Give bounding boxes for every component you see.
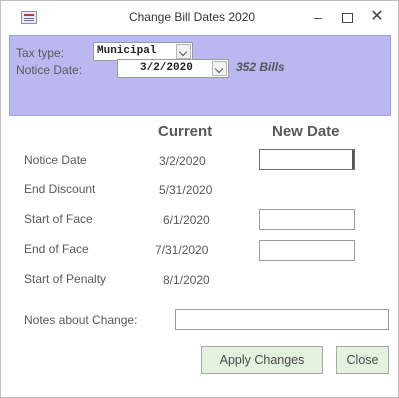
row-label-notice-date: Notice Date (24, 153, 87, 167)
notes-input[interactable] (175, 309, 389, 330)
minimize-button[interactable]: – (306, 7, 330, 27)
chevron-down-icon[interactable] (212, 61, 227, 76)
dialog-window: Change Bill Dates 2020 – ✕ Tax type: Mun… (0, 0, 399, 398)
apply-changes-button[interactable]: Apply Changes (201, 346, 323, 374)
row-label-start-of-face: Start of Face (24, 212, 93, 226)
new-date-column-header: New Date (272, 123, 340, 140)
notice-date-label: Notice Date: (16, 63, 83, 77)
row-current-start-of-face: 6/1/2020 (163, 213, 210, 227)
window-title: Change Bill Dates 2020 (128, 10, 256, 24)
title-bar[interactable]: Change Bill Dates 2020 – ✕ (1, 1, 398, 35)
new-start-of-face-input[interactable] (259, 209, 355, 230)
current-column-header: Current (158, 123, 213, 140)
maximize-icon (341, 13, 353, 24)
tax-type-value: Municipal (97, 45, 157, 57)
new-notice-date-input[interactable] (259, 149, 355, 170)
close-window-button[interactable]: ✕ (365, 7, 389, 27)
chevron-down-icon[interactable] (176, 44, 191, 59)
row-label-start-of-penalty: Start of Penalty (24, 272, 107, 286)
row-label-end-discount: End Discount (24, 182, 96, 196)
row-current-end-of-face: 7/31/2020 (155, 243, 209, 257)
tax-type-label: Tax type: (16, 46, 65, 60)
close-button[interactable]: Close (336, 346, 389, 374)
new-end-of-face-input[interactable] (259, 240, 355, 261)
row-current-start-of-penalty: 8/1/2020 (163, 273, 210, 287)
form-icon (21, 11, 37, 24)
notes-label: Notes about Change: (24, 313, 138, 327)
notice-date-value: 3/2/2020 (140, 62, 193, 74)
row-label-end-of-face: End of Face (24, 242, 89, 256)
maximize-button[interactable] (335, 7, 359, 27)
row-current-notice-date: 3/2/2020 (159, 154, 206, 168)
row-current-end-discount: 5/31/2020 (159, 183, 213, 197)
notice-date-select[interactable]: 3/2/2020 (117, 59, 229, 78)
bills-count: 352 Bills (236, 60, 285, 74)
